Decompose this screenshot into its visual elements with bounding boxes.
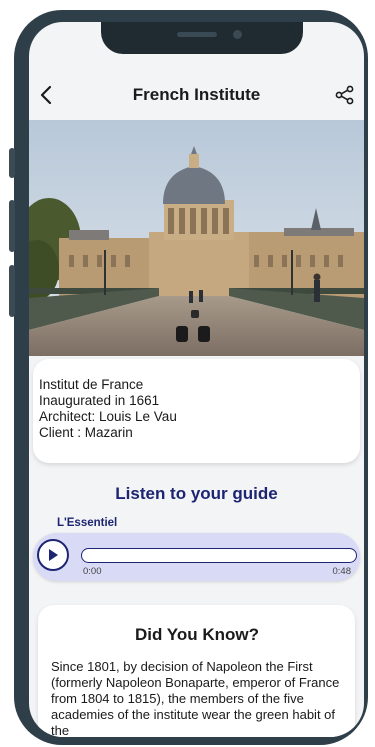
monument-name: Institut de France (39, 377, 144, 392)
front-camera (233, 30, 242, 39)
play-icon (49, 549, 58, 561)
share-button[interactable] (332, 82, 358, 108)
app-bar: French Institute (29, 70, 364, 120)
did-you-know-text: Since 1801, by decision of Napoleon the … (51, 659, 340, 737)
mute-switch (9, 148, 15, 178)
total-time: 0:48 (332, 566, 352, 577)
did-you-know-card: Did You Know? Since 1801, by decision of… (38, 605, 355, 737)
current-time: 0:00 (83, 566, 102, 577)
share-icon (335, 85, 354, 105)
chevron-left-icon (40, 85, 52, 105)
did-you-know-title: Did You Know? (134, 625, 260, 644)
play-button[interactable] (37, 539, 69, 571)
notch (101, 22, 303, 54)
architect: Architect: Louis Le Vau (39, 409, 177, 424)
audio-guide-heading: Listen to your guide (115, 484, 278, 503)
back-button[interactable] (33, 82, 59, 108)
institut-de-france-photo (29, 120, 364, 356)
track-name: L'Essentiel (57, 517, 118, 529)
hero-photo (29, 120, 364, 356)
speaker-grille (177, 32, 217, 37)
volume-down-button (9, 265, 15, 317)
audio-progress-bar[interactable] (81, 548, 357, 563)
page-title: French Institute (132, 85, 261, 104)
volume-up-button (9, 200, 15, 252)
client: Client : Mazarin (39, 425, 133, 440)
monument-info-card: Institut de France Inaugurated in 1661 A… (33, 359, 360, 463)
app-screen: French Institute Institut de France Inau… (29, 22, 364, 737)
inauguration-date: Inaugurated in 1661 (39, 393, 160, 408)
audio-player: 0:00 0:48 (33, 533, 360, 581)
